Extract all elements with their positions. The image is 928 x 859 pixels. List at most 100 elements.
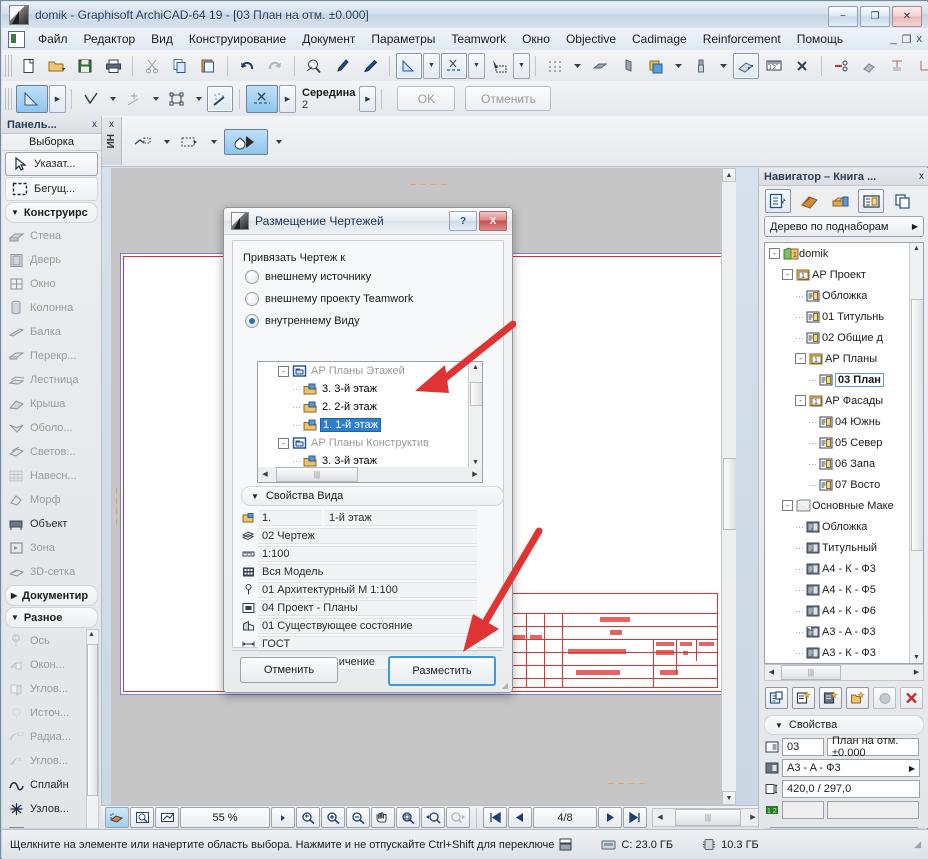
dialog-hscroll-thumb[interactable]: ||| bbox=[276, 467, 358, 482]
fit-window-icon[interactable] bbox=[155, 807, 179, 828]
find-select-icon[interactable] bbox=[301, 53, 327, 79]
layout-id-field[interactable]: 03 bbox=[782, 738, 824, 756]
navigator-tree-scrollbar[interactable]: ▲ ▼ bbox=[909, 243, 923, 663]
dialog-place-button[interactable]: Разместить bbox=[388, 656, 496, 686]
navigator-tree-item[interactable]: - 1 АР Фасады bbox=[765, 390, 923, 411]
snap-grid-dropdown[interactable] bbox=[192, 86, 205, 112]
split-icon[interactable] bbox=[856, 53, 882, 79]
dialog-tree-scrollbar[interactable]: ▲ ▼ bbox=[468, 362, 482, 468]
navigator-tree-item[interactable]: - 1 АР Планы bbox=[765, 348, 923, 369]
zoom-level-field[interactable]: 55 % bbox=[180, 807, 270, 828]
page-indicator[interactable]: 4/8 bbox=[533, 807, 597, 828]
dialog-close-button[interactable]: X bbox=[479, 211, 507, 231]
canvas-scroll-thumb[interactable] bbox=[723, 458, 736, 530]
close-button[interactable]: ✕ bbox=[892, 6, 922, 27]
navigator-tree-item[interactable]: ··· A3 - A - Ф3 bbox=[765, 621, 923, 642]
dialog-resize-grip-icon[interactable]: ◢ bbox=[502, 681, 508, 690]
navigator-tree-item[interactable]: ··· 04 Южнь bbox=[765, 411, 923, 432]
navigator-tree-item[interactable]: ··· A4 - К - Ф6 bbox=[765, 600, 923, 621]
tool-pointer[interactable]: Указат... bbox=[5, 152, 98, 176]
eyedropper-icon[interactable] bbox=[329, 53, 355, 79]
dialog-hscroll-left-icon[interactable]: ◀ bbox=[258, 467, 272, 480]
tree-scroll-thumb[interactable] bbox=[911, 299, 923, 551]
next-layout-icon[interactable] bbox=[598, 807, 622, 828]
dialog-tree-scroll-down-icon[interactable]: ▼ bbox=[472, 459, 479, 466]
master-layout-dropdown-icon[interactable]: ▶ bbox=[909, 764, 915, 773]
numbering-field-2[interactable] bbox=[827, 801, 919, 819]
next-zoom-icon[interactable] bbox=[446, 807, 470, 828]
menu-item-1[interactable]: Редактор bbox=[76, 30, 144, 48]
group-document-header[interactable]: ▶ Документир bbox=[5, 585, 98, 606]
dialog-tree-scroll-up-icon[interactable]: ▲ bbox=[472, 364, 479, 371]
tool-roof[interactable]: Крыша bbox=[2, 392, 101, 416]
hscroll-thumb[interactable]: ||| bbox=[675, 809, 741, 826]
group-construct-header[interactable]: ▼ Конструирс bbox=[5, 202, 98, 223]
tool-morph[interactable]: Морф bbox=[2, 488, 101, 512]
delete-icon[interactable] bbox=[900, 687, 923, 709]
fill-hand-dropdown[interactable] bbox=[272, 129, 286, 155]
arrow-tool-icon[interactable] bbox=[396, 52, 422, 79]
tool-door[interactable]: Дверь bbox=[2, 248, 101, 272]
navigator-tree-item[interactable]: ··· Обложка bbox=[765, 516, 923, 537]
maximize-button[interactable]: ❐ bbox=[860, 6, 890, 27]
radio-external-source-dot[interactable] bbox=[245, 270, 259, 284]
menu-item-7[interactable]: Окно bbox=[514, 30, 558, 48]
tool-skylight[interactable]: Светов... bbox=[2, 440, 101, 464]
tool-column[interactable]: Колонна bbox=[2, 296, 101, 320]
first-layout-icon[interactable] bbox=[483, 807, 507, 828]
print-icon[interactable] bbox=[100, 53, 126, 79]
dialog-tree-expander-icon[interactable]: - bbox=[278, 437, 289, 449]
menu-item-0[interactable]: Файл bbox=[30, 30, 76, 48]
group-misc-header[interactable]: ▼ Разное bbox=[5, 607, 98, 628]
magic-wand-icon[interactable] bbox=[207, 85, 233, 112]
hscroll-left-icon[interactable]: ◀ bbox=[653, 809, 667, 824]
renovation-filter-icon[interactable] bbox=[789, 53, 815, 79]
cancel-button[interactable]: Отменить bbox=[465, 86, 552, 111]
tool-zone[interactable]: Зона bbox=[2, 536, 101, 560]
menu-item-9[interactable]: Cadimage bbox=[624, 30, 695, 48]
publisher-sets-icon[interactable] bbox=[858, 189, 884, 213]
radio-internal-view-dot[interactable] bbox=[245, 314, 259, 328]
save-icon[interactable] bbox=[72, 53, 98, 79]
dialog-tree-item[interactable]: - АР Планы Этажей bbox=[258, 362, 482, 380]
layout-book-icon[interactable] bbox=[827, 189, 853, 213]
ok-button[interactable]: OK bbox=[397, 86, 456, 111]
new-master-layout-icon[interactable] bbox=[819, 687, 842, 709]
navigator-tree-item[interactable]: ··· Титульный bbox=[765, 537, 923, 558]
canvas-scroll-down-icon[interactable]: ▼ bbox=[722, 791, 736, 805]
master-layout-field[interactable]: A3 - A - Ф3 ▶ bbox=[782, 759, 920, 777]
info-box-tab[interactable]: x ИН bbox=[102, 117, 122, 165]
midpoint-more-dropdown[interactable]: ▶ bbox=[359, 85, 377, 112]
pan-hand-icon[interactable] bbox=[371, 807, 395, 828]
navigator-tree-item[interactable]: - 1 АР Проект bbox=[765, 264, 923, 285]
midpoint-snap-dropdown[interactable]: ▶ bbox=[279, 84, 296, 113]
navigator-tree-item[interactable]: ··· 02 Общие д bbox=[765, 327, 923, 348]
snap-divide-dropdown[interactable] bbox=[149, 86, 162, 112]
organizer-icon[interactable] bbox=[889, 189, 915, 213]
new-icon[interactable] bbox=[16, 53, 42, 79]
arrow-mode-dropdown[interactable]: ▶ bbox=[49, 84, 66, 113]
toolbox-close-icon[interactable]: x bbox=[92, 119, 97, 130]
dialog-tree-item[interactable]: ··· 2. 2-й этаж bbox=[258, 398, 482, 416]
misc-scroll-thumb[interactable] bbox=[87, 644, 98, 796]
selection-settings-dropdown[interactable]: ▼ bbox=[513, 52, 530, 79]
navigator-tree-item[interactable]: ··· 03 План bbox=[765, 369, 923, 390]
tool-stair[interactable]: Лестница bbox=[2, 368, 101, 392]
navigator-tree-item[interactable]: ··· 06 Запа bbox=[765, 453, 923, 474]
menu-item-8[interactable]: Objective bbox=[558, 30, 624, 48]
undo-icon[interactable] bbox=[234, 53, 260, 79]
snap-point-icon[interactable] bbox=[78, 86, 104, 112]
prev-layout-icon[interactable] bbox=[508, 807, 532, 828]
navigator-tree-item[interactable]: ··· A4 - К - Ф3 bbox=[765, 558, 923, 579]
model-view-icon[interactable] bbox=[733, 52, 759, 79]
rect-select-dropdown[interactable] bbox=[207, 129, 220, 155]
doc-close-button[interactable]: x bbox=[917, 33, 923, 46]
misc-scrollbar[interactable]: ▲ ▼ bbox=[86, 629, 99, 828]
layers-icon[interactable] bbox=[643, 53, 669, 79]
tree-expander-icon[interactable]: - bbox=[769, 248, 780, 259]
paste-icon[interactable] bbox=[195, 53, 221, 79]
project-map-icon[interactable] bbox=[765, 189, 791, 213]
navigator-tree-item[interactable]: ··· A3 - К - Ф3 bbox=[765, 642, 923, 663]
dialog-properties-header[interactable]: ▼ Свойства Вида bbox=[241, 486, 504, 506]
tool-wall[interactable]: Стена bbox=[2, 224, 101, 248]
